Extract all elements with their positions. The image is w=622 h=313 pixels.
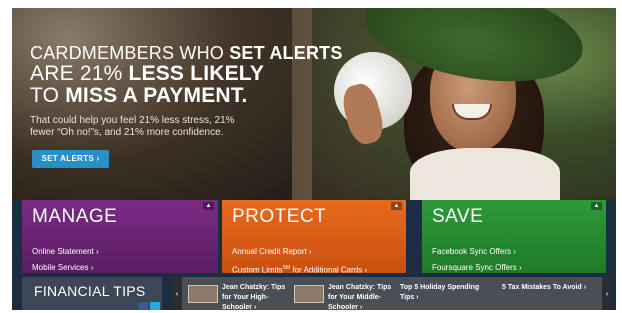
tip-thumbnail[interactable] xyxy=(188,285,218,303)
financial-tips-title: FINANCIAL TIPS xyxy=(34,283,146,299)
manage-title: MANAGE xyxy=(32,206,118,227)
expand-icon[interactable]: ▲ xyxy=(203,202,214,210)
hero-subtext: That could help you feel 21% less stress… xyxy=(30,115,235,138)
homepage-frame: CARDMEMBERS WHO SET ALERTS ARE 21% LESS … xyxy=(12,8,616,310)
facebook-icon[interactable] xyxy=(138,302,148,310)
annual-credit-report-link[interactable]: Annual Credit Report › xyxy=(232,244,367,260)
tip-item-1[interactable]: Jean Chatzky: Tips for Your High-Schoole… xyxy=(222,283,286,310)
hero-headline: CARDMEMBERS WHO SET ALERTS ARE 21% LESS … xyxy=(30,43,343,107)
tip-thumbnail[interactable] xyxy=(294,285,324,303)
manage-panel[interactable]: MANAGE ▲ Online Statement › Mobile Servi… xyxy=(22,200,218,273)
save-panel[interactable]: SAVE ▲ Facebook Sync Offers › Foursquare… xyxy=(422,200,606,273)
bottom-strip: FINANCIAL TIPS ‹ Jean Chatzky: Tips for … xyxy=(12,273,616,310)
tip-item-2[interactable]: Jean Chatzky: Tips for Your Middle-Schoo… xyxy=(328,283,394,310)
online-statement-link[interactable]: Online Statement › xyxy=(32,244,99,260)
financial-tips-box: FINANCIAL TIPS xyxy=(22,277,162,310)
tip-item-4[interactable]: 5 Tax Mistakes To Avoid › xyxy=(502,283,598,293)
protect-title: PROTECT xyxy=(232,206,327,227)
hero-banner[interactable]: CARDMEMBERS WHO SET ALERTS ARE 21% LESS … xyxy=(12,8,616,200)
set-alerts-button[interactable]: SET ALERTS › xyxy=(32,150,109,168)
carousel-next-button[interactable]: › xyxy=(602,277,612,310)
save-title: SAVE xyxy=(432,206,484,227)
carousel-prev-button[interactable]: ‹ xyxy=(172,277,182,310)
expand-icon[interactable]: ▲ xyxy=(591,202,602,210)
twitter-icon[interactable] xyxy=(150,302,160,310)
tip-item-3[interactable]: Top 5 Holiday Spending Tips › xyxy=(400,283,494,303)
expand-icon[interactable]: ▲ xyxy=(391,202,402,210)
facebook-sync-offers-link[interactable]: Facebook Sync Offers › xyxy=(432,244,522,260)
tips-carousel: ‹ Jean Chatzky: Tips for Your High-Schoo… xyxy=(172,277,612,310)
hero-headline-block: CARDMEMBERS WHO SET ALERTS ARE 21% LESS … xyxy=(30,44,343,139)
protect-panel[interactable]: PROTECT ▲ Annual Credit Report › Custom … xyxy=(222,200,406,275)
